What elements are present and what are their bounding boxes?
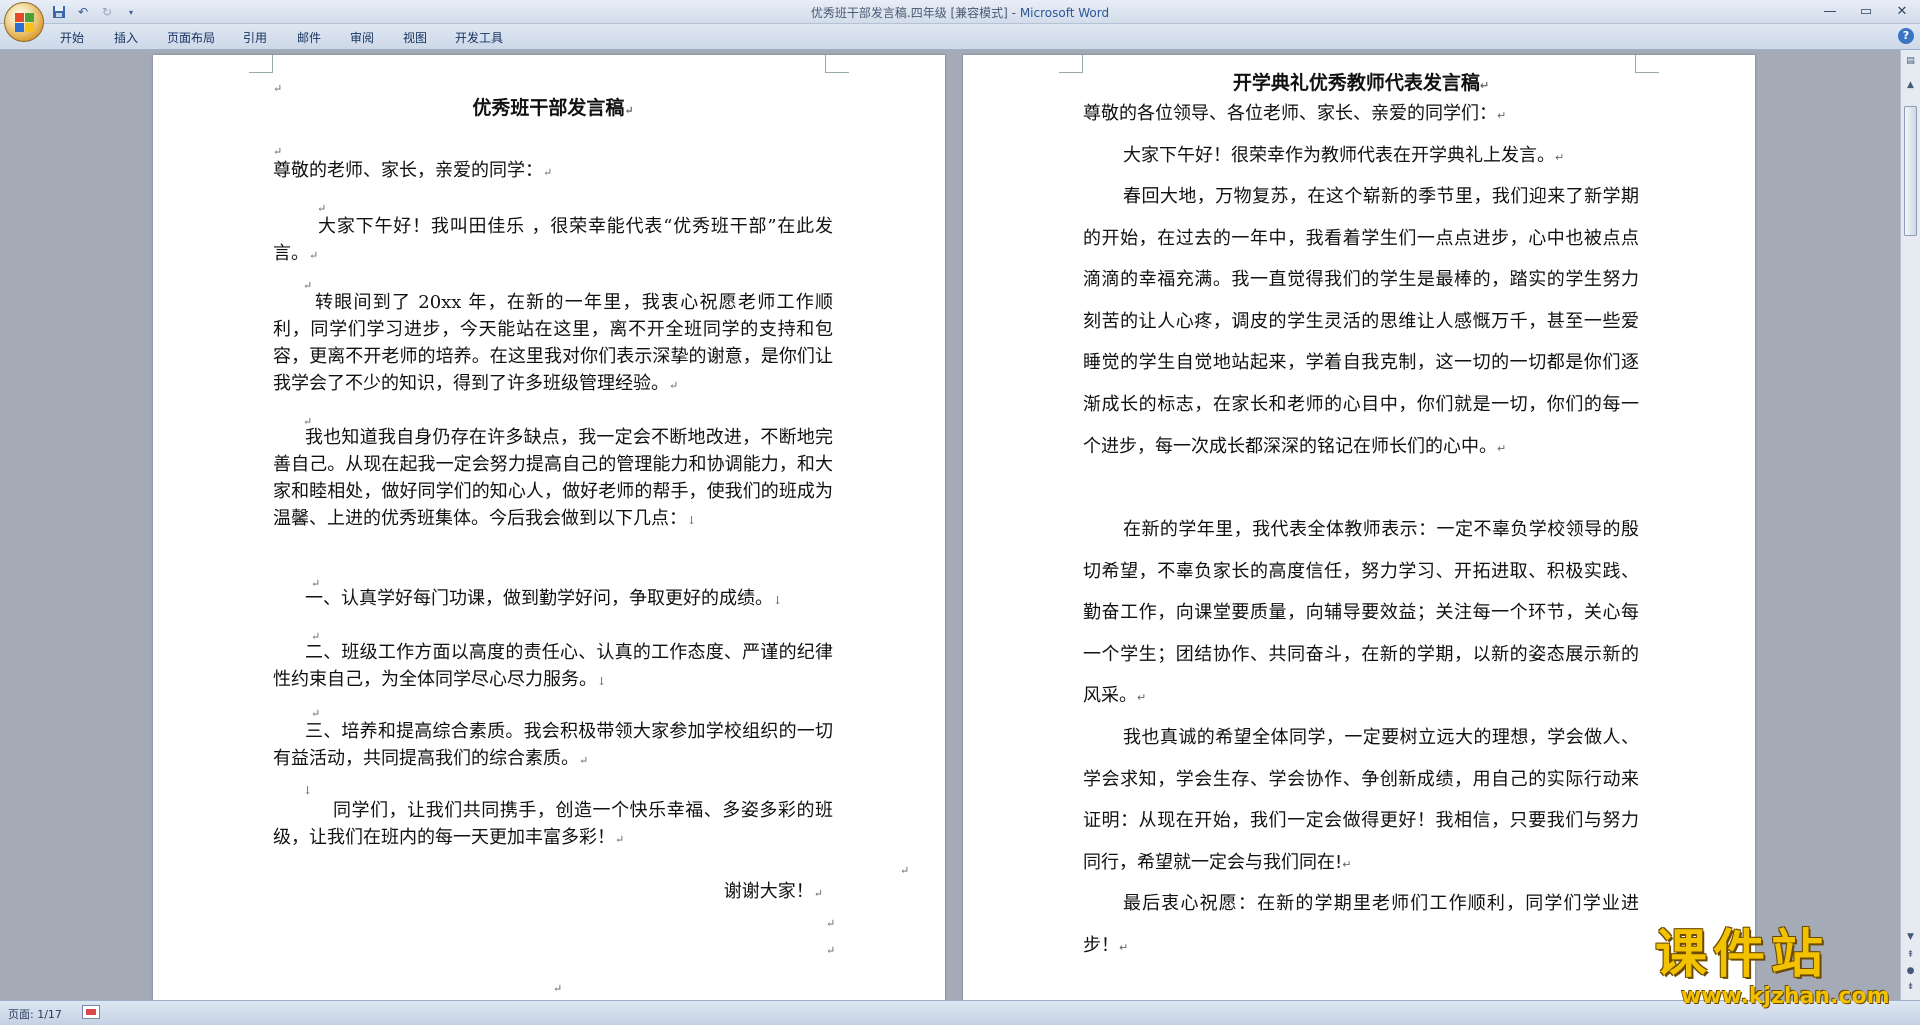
page-1-paragraph-text: 我也知道我自身仍存在许多缺点，我一定会不断地改进，不断地完善自己。从现在起我一定… [273, 427, 833, 529]
page-1-closing-text: 谢谢大家！ [723, 881, 814, 902]
page-1-paragraph: 转眼间到了 20xx 年，在新的一年里，我衷心祝愿老师工作顺利，同学们学习进步，… [273, 292, 833, 394]
page-1-title-text: 优秀班干部发言稿 [472, 97, 625, 119]
close-icon[interactable]: ✕ [1884, 0, 1920, 22]
select-browse-object-icon[interactable]: ● [1904, 964, 1917, 978]
page-1-paragraph-text: 三、培养和提高综合素质。我会积极带领大家参加学校组织的一切有益活动，共同提高我们… [273, 721, 833, 769]
page-1-paragraph: 三、培养和提高综合素质。我会积极带领大家参加学校组织的一切有益活动，共同提高我们… [273, 721, 833, 769]
page-2-paragraph: 大家下午好！很荣幸作为教师代表在开学典礼上发言。↵ [1123, 145, 1565, 166]
vertical-scrollbar[interactable]: ▤ ▲ ▼ ⇞ ● ⇟ [1900, 50, 1920, 1000]
title-bar: ↶ ↻ ▾ 优秀班干部发言稿.四年级 [兼容模式] - Microsoft Wo… [0, 0, 1920, 42]
office-button[interactable] [4, 2, 44, 42]
document-page-1[interactable]: ↵ 优秀班干部发言稿↵ ↵ 尊敬的老师、家长，亲爱的同学：↵ ↵ 大家下午好！我… [153, 55, 945, 1000]
maximize-icon[interactable]: ▭ [1848, 0, 1884, 22]
proofing-status-icon[interactable] [82, 1005, 100, 1019]
tab-view[interactable]: 视图 [403, 29, 427, 46]
page-2-paragraph: 我也真诚的希望全体同学，一定要树立远大的理想，学会做人、学会求知，学会生存、学会… [1083, 727, 1639, 873]
tab-review[interactable]: 审阅 [350, 29, 374, 46]
previous-page-icon[interactable]: ⇞ [1904, 948, 1917, 962]
watermark-url: www.kjzhan.com [1681, 984, 1890, 1009]
paragraph-mark: ↵ [553, 982, 563, 995]
scroll-thumb[interactable] [1904, 106, 1917, 236]
page-1-paragraph-text: 同学们，让我们共同携手，创造一个快乐幸福、多姿多彩的班级，让我们在班内的每一天更… [273, 800, 833, 848]
page-1-paragraph-text: 转眼间到了 20xx 年，在新的一年里，我衷心祝愿老师工作顺利，同学们学习进步，… [273, 292, 833, 394]
paragraph-mark: ↵ [826, 917, 836, 930]
ruler-toggle-icon[interactable]: ▤ [1904, 54, 1917, 68]
margin-corner-mark [1059, 55, 1083, 73]
page-1-paragraph: 大家下午好！我叫田佳乐 ，很荣幸能代表“优秀班干部”在此发言。↵ [273, 216, 833, 264]
page-2-paragraph-text: 大家下午好！很荣幸作为教师代表在开学典礼上发言。 [1123, 145, 1555, 166]
help-icon[interactable]: ? [1898, 28, 1914, 44]
page-1-paragraph-text: 一、认真学好每门功课，做到勤学好问，争取更好的成绩。 [305, 588, 773, 609]
tab-page-layout[interactable]: 页面布局 [167, 29, 215, 46]
page-1-paragraph: 二、班级工作方面以高度的责任心、认真的工作态度、严谨的纪律性约束自己，为全体同学… [273, 642, 833, 690]
tab-mailings[interactable]: 邮件 [297, 29, 321, 46]
page-2-title-text: 开学典礼优秀教师代表发言稿 [1232, 72, 1480, 94]
window-title: 优秀班干部发言稿.四年级 [兼容模式] - Microsoft Word [0, 4, 1920, 21]
app-name: Microsoft Word [1019, 6, 1110, 20]
page-2-paragraph-text: 在新的学年里，我代表全体教师表示：一定不辜负学校领导的殷切希望，不辜负家长的高度… [1083, 519, 1639, 707]
page-1-paragraph-text: 大家下午好！我叫田佳乐 ，很荣幸能代表“优秀班干部”在此发言。 [273, 216, 833, 264]
tab-home[interactable]: 开始 [60, 29, 84, 46]
next-page-icon[interactable]: ⇟ [1904, 980, 1917, 994]
document-workspace: ↵ 优秀班干部发言稿↵ ↵ 尊敬的老师、家长，亲爱的同学：↵ ↵ 大家下午好！我… [0, 50, 1900, 1000]
paragraph-mark: ↵ [826, 944, 836, 957]
document-page-2[interactable]: 开学典礼优秀教师代表发言稿↵ 尊敬的各位领导、各位老师、家长、亲爱的同学们：↵ … [963, 55, 1755, 1000]
tab-references[interactable]: 引用 [243, 29, 267, 46]
minimize-icon[interactable]: — [1812, 0, 1848, 22]
page-1-paragraph-text: 二、班级工作方面以高度的责任心、认真的工作态度、严谨的纪律性约束自己，为全体同学… [273, 642, 833, 690]
margin-corner-mark [825, 55, 849, 73]
paragraph-mark: ↵ [900, 864, 910, 877]
scroll-down-icon[interactable]: ▼ [1904, 930, 1917, 944]
page-2-paragraph-text: 最后衷心祝愿：在新的学期里老师们工作顺利，同学们学业进步！ [1083, 893, 1639, 956]
margin-corner-mark [249, 55, 273, 73]
page-2-greeting: 尊敬的各位领导、各位老师、家长、亲爱的同学们：↵ [1083, 103, 1507, 124]
page-1-paragraph: 同学们，让我们共同携手，创造一个快乐幸福、多姿多彩的班级，让我们在班内的每一天更… [273, 800, 833, 848]
page-2-greeting-text: 尊敬的各位领导、各位老师、家长、亲爱的同学们： [1083, 103, 1497, 124]
page-2-paragraph: 最后衷心祝愿：在新的学期里老师们工作顺利，同学们学业进步！↵ [1083, 893, 1639, 956]
document-title: 优秀班干部发言稿.四年级 [兼容模式] - [810, 6, 1020, 20]
watermark-brand: 课件站 [1655, 925, 1830, 985]
page-2-paragraph: 春回大地，万物复苏，在这个崭新的季节里，我们迎来了新学期的开始，在过去的一年中，… [1083, 186, 1639, 457]
page-1-greeting-text: 尊敬的老师、家长，亲爱的同学： [273, 160, 543, 181]
watermark-logo: 课件站 www.kjzhan.com [1655, 925, 1900, 1015]
office-logo-icon [15, 13, 35, 33]
tab-developer[interactable]: 开发工具 [455, 29, 503, 46]
page-1-title: 优秀班干部发言稿↵ [472, 97, 634, 119]
page-2-paragraph: 在新的学年里，我代表全体教师表示：一定不辜负学校领导的殷切希望，不辜负家长的高度… [1083, 519, 1639, 707]
page-count[interactable]: 页面: 1/17 [8, 1006, 62, 1022]
page-1-paragraph: 我也知道我自身仍存在许多缺点，我一定会不断地改进，不断地完善自己。从现在起我一定… [273, 427, 833, 529]
page-2-paragraph-text: 我也真诚的希望全体同学，一定要树立远大的理想，学会做人、学会求知，学会生存、学会… [1083, 727, 1639, 873]
page-2-paragraph-text: 春回大地，万物复苏，在这个崭新的季节里，我们迎来了新学期的开始，在过去的一年中，… [1083, 186, 1639, 457]
scroll-up-icon[interactable]: ▲ [1904, 78, 1917, 92]
page-1-paragraph: 一、认真学好每门功课，做到勤学好问，争取更好的成绩。↓ [305, 588, 783, 609]
ribbon-tab-strip: 开始 插入 页面布局 引用 邮件 审阅 视图 开发工具 ? [0, 24, 1920, 50]
tab-insert[interactable]: 插入 [114, 29, 138, 46]
window-controls: — ▭ ✕ [1812, 0, 1920, 22]
page-1-closing: 谢谢大家！↵ [723, 881, 823, 902]
status-bar: 页面: 1/17 [0, 1000, 1920, 1025]
page-1-greeting: 尊敬的老师、家长，亲爱的同学：↵ [273, 160, 553, 181]
